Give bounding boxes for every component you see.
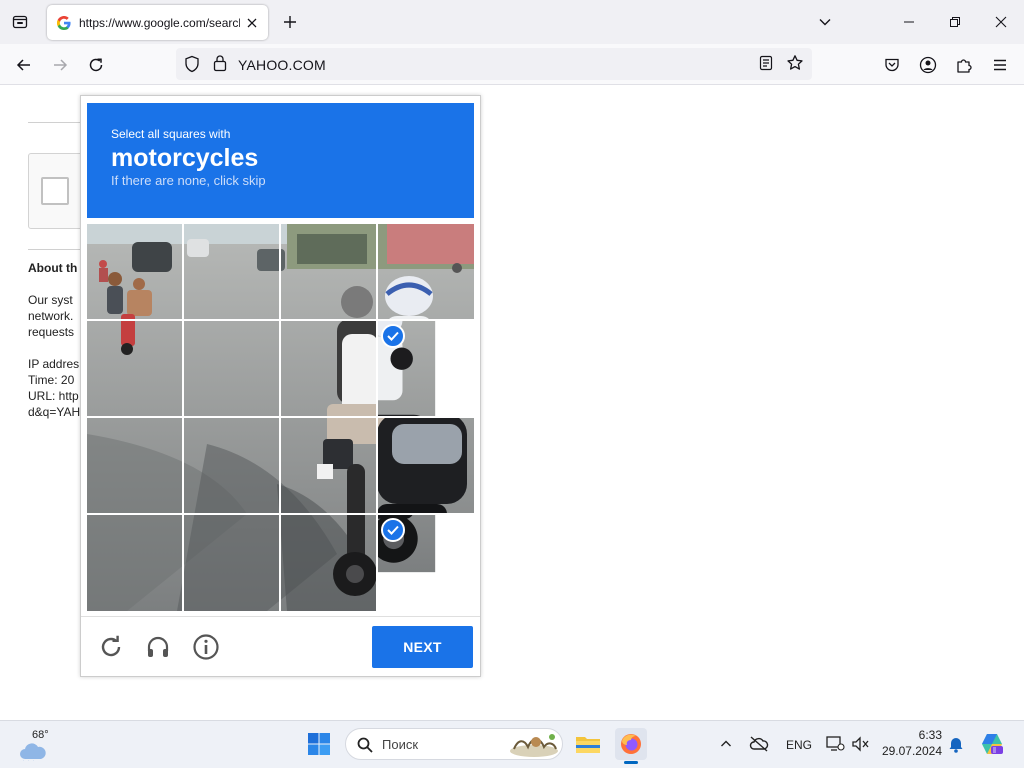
show-hidden-icons-chevron-icon[interactable] — [712, 728, 740, 760]
challenge-instruction: Select all squares with — [111, 127, 231, 141]
browser-tab[interactable]: https://www.google.com/search — [47, 5, 268, 40]
clock-date: 29.07.2024 — [881, 744, 942, 758]
about-text: Our syst network. requests IP addres Tim… — [28, 292, 80, 420]
image-tile-3[interactable] — [281, 224, 377, 320]
weather-cloud-icon — [20, 743, 46, 761]
windows-start-icon[interactable] — [303, 728, 335, 760]
image-tile-11[interactable] — [281, 418, 377, 514]
tracking-protection-shield-icon[interactable] — [184, 55, 200, 78]
image-tile-12[interactable] — [378, 418, 474, 514]
image-tile-1[interactable] — [87, 224, 183, 320]
account-icon[interactable] — [915, 52, 941, 78]
image-tile-13[interactable] — [87, 515, 183, 611]
image-tile-16[interactable] — [378, 515, 474, 611]
close-window-icon[interactable] — [987, 8, 1015, 36]
grid-divider — [87, 416, 474, 418]
selected-checkmark-icon — [381, 324, 405, 348]
recaptcha-checkbox[interactable] — [41, 177, 69, 205]
search-highlight-illustration-icon — [510, 734, 558, 757]
input-language[interactable]: ENG — [786, 738, 812, 752]
back-arrow-icon[interactable] — [11, 52, 37, 78]
image-tile-8[interactable] — [378, 321, 474, 417]
network-monitor-icon[interactable] — [821, 728, 849, 760]
image-tile-9[interactable] — [87, 418, 183, 514]
grid-divider — [376, 224, 378, 611]
next-button[interactable]: NEXT — [372, 626, 473, 668]
active-app-indicator — [624, 761, 638, 764]
file-explorer-icon[interactable] — [572, 728, 604, 760]
divider — [28, 122, 88, 123]
minimize-window-icon[interactable] — [895, 8, 923, 36]
navigation-toolbar: YAHOO.COM — [0, 44, 1024, 85]
image-tile-10[interactable] — [184, 418, 280, 514]
recaptcha-challenge-popup: Select all squares with motorcycles If t… — [80, 95, 481, 677]
about-line: network. — [28, 309, 74, 323]
google-favicon-icon — [57, 15, 71, 30]
tab-bar: https://www.google.com/search — [0, 0, 1024, 44]
notification-bell-icon[interactable] — [944, 728, 968, 760]
image-tile-15[interactable] — [281, 515, 377, 611]
url-text[interactable]: YAHOO.COM — [238, 57, 326, 73]
grid-divider — [87, 513, 474, 515]
clock[interactable]: 6:33 29.07.2024 — [876, 727, 942, 759]
image-tile-7[interactable] — [281, 321, 377, 417]
about-line: d&q=YAH — [28, 405, 81, 419]
list-all-tabs-chevron-icon[interactable] — [814, 11, 836, 33]
about-line: IP addres — [28, 357, 80, 371]
footer-divider — [81, 616, 480, 617]
onedrive-sync-off-icon[interactable] — [745, 728, 773, 760]
url-bar[interactable]: YAHOO.COM — [176, 48, 812, 80]
about-line: Our syst — [28, 293, 73, 307]
image-tile-grid — [87, 224, 474, 611]
firefox-view-icon[interactable] — [8, 10, 32, 34]
about-line: Time: 20 — [28, 373, 75, 387]
about-heading: About th — [28, 261, 78, 275]
lock-icon[interactable] — [212, 54, 228, 77]
reader-view-icon[interactable] — [758, 55, 774, 76]
menu-hamburger-icon[interactable] — [987, 52, 1013, 78]
about-line — [28, 340, 80, 356]
tab-title: https://www.google.com/search — [79, 15, 240, 30]
about-line: URL: http — [28, 389, 79, 403]
audio-headphones-icon[interactable] — [144, 633, 172, 661]
forward-arrow-icon[interactable] — [47, 52, 73, 78]
divider — [28, 249, 88, 250]
selected-checkmark-icon — [381, 518, 405, 542]
search-placeholder: Поиск — [382, 737, 419, 752]
pocket-icon[interactable] — [879, 52, 905, 78]
image-tile-5[interactable] — [87, 321, 183, 417]
bookmark-star-icon[interactable] — [786, 54, 804, 77]
volume-muted-icon[interactable] — [846, 728, 874, 760]
reload-icon[interactable] — [97, 633, 125, 661]
taskbar-search-box[interactable]: Поиск — [345, 728, 563, 760]
image-tile-14[interactable] — [184, 515, 280, 611]
image-tile-2[interactable] — [184, 224, 280, 320]
info-icon[interactable] — [192, 633, 220, 661]
clock-time: 6:33 — [918, 728, 942, 742]
image-tile-6[interactable] — [184, 321, 280, 417]
challenge-subtext: If there are none, click skip — [111, 173, 266, 188]
windows-taskbar: 68° Поиск ENG 6:33 29.07.2024 — [0, 720, 1024, 768]
firefox-taskbar-icon[interactable] — [615, 728, 647, 760]
challenge-header: Select all squares with motorcycles If t… — [87, 103, 474, 218]
image-tile-4[interactable] — [378, 224, 474, 320]
new-tab-plus-icon[interactable] — [279, 11, 301, 33]
weather-widget[interactable]: 68° — [16, 727, 60, 763]
reload-icon[interactable] — [83, 52, 109, 78]
extensions-puzzle-icon[interactable] — [951, 52, 977, 78]
copilot-icon[interactable] — [976, 728, 1008, 760]
close-tab-icon[interactable] — [244, 15, 260, 31]
recaptcha-anchor-box[interactable] — [28, 153, 88, 229]
restore-window-icon[interactable] — [941, 8, 969, 36]
about-line: requests — [28, 325, 75, 339]
search-icon — [357, 737, 373, 753]
challenge-target: motorcycles — [111, 144, 259, 172]
